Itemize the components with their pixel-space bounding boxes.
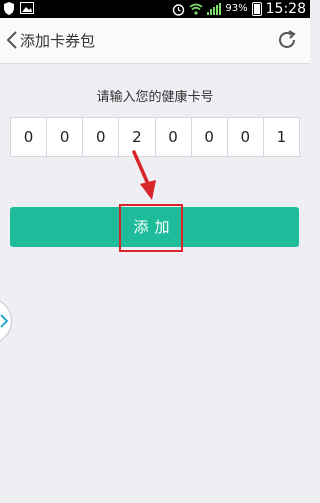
refresh-button[interactable] [276,29,298,51]
digit-box[interactable]: 0 [83,118,120,156]
digit-box[interactable]: 1 [264,118,299,156]
digit-box[interactable]: 0 [192,118,228,156]
alarm-icon [173,3,185,16]
signal-icon [207,3,222,15]
card-number-input[interactable]: 0 0 0 2 0 0 0 1 [10,117,300,157]
digit-box[interactable]: 2 [119,118,156,156]
digit-box[interactable]: 0 [156,118,192,156]
battery-percent: 93% [225,3,248,14]
annotation-arrow-icon [132,150,156,200]
status-bar: 93% 15:28 [0,0,310,18]
wifi-icon [189,3,203,15]
digit-box[interactable]: 0 [228,118,264,156]
refresh-icon [279,30,296,48]
digit-box[interactable]: 0 [47,118,84,156]
clock-time: 15:28 [265,1,306,17]
side-drawer-handle[interactable] [0,298,12,344]
page-title: 添加卡券包 [20,32,96,50]
card-number-prompt: 请输入您的健康卡号 [96,90,214,105]
add-button-label: 添加 [133,218,176,236]
chevron-right-icon [0,314,8,328]
battery-icon [251,2,262,16]
add-button[interactable]: 添加 [10,207,299,247]
image-icon [20,2,34,14]
title-bar: 添加卡券包 [0,18,310,64]
digit-box[interactable]: 0 [11,118,48,156]
shield-icon [4,2,14,15]
